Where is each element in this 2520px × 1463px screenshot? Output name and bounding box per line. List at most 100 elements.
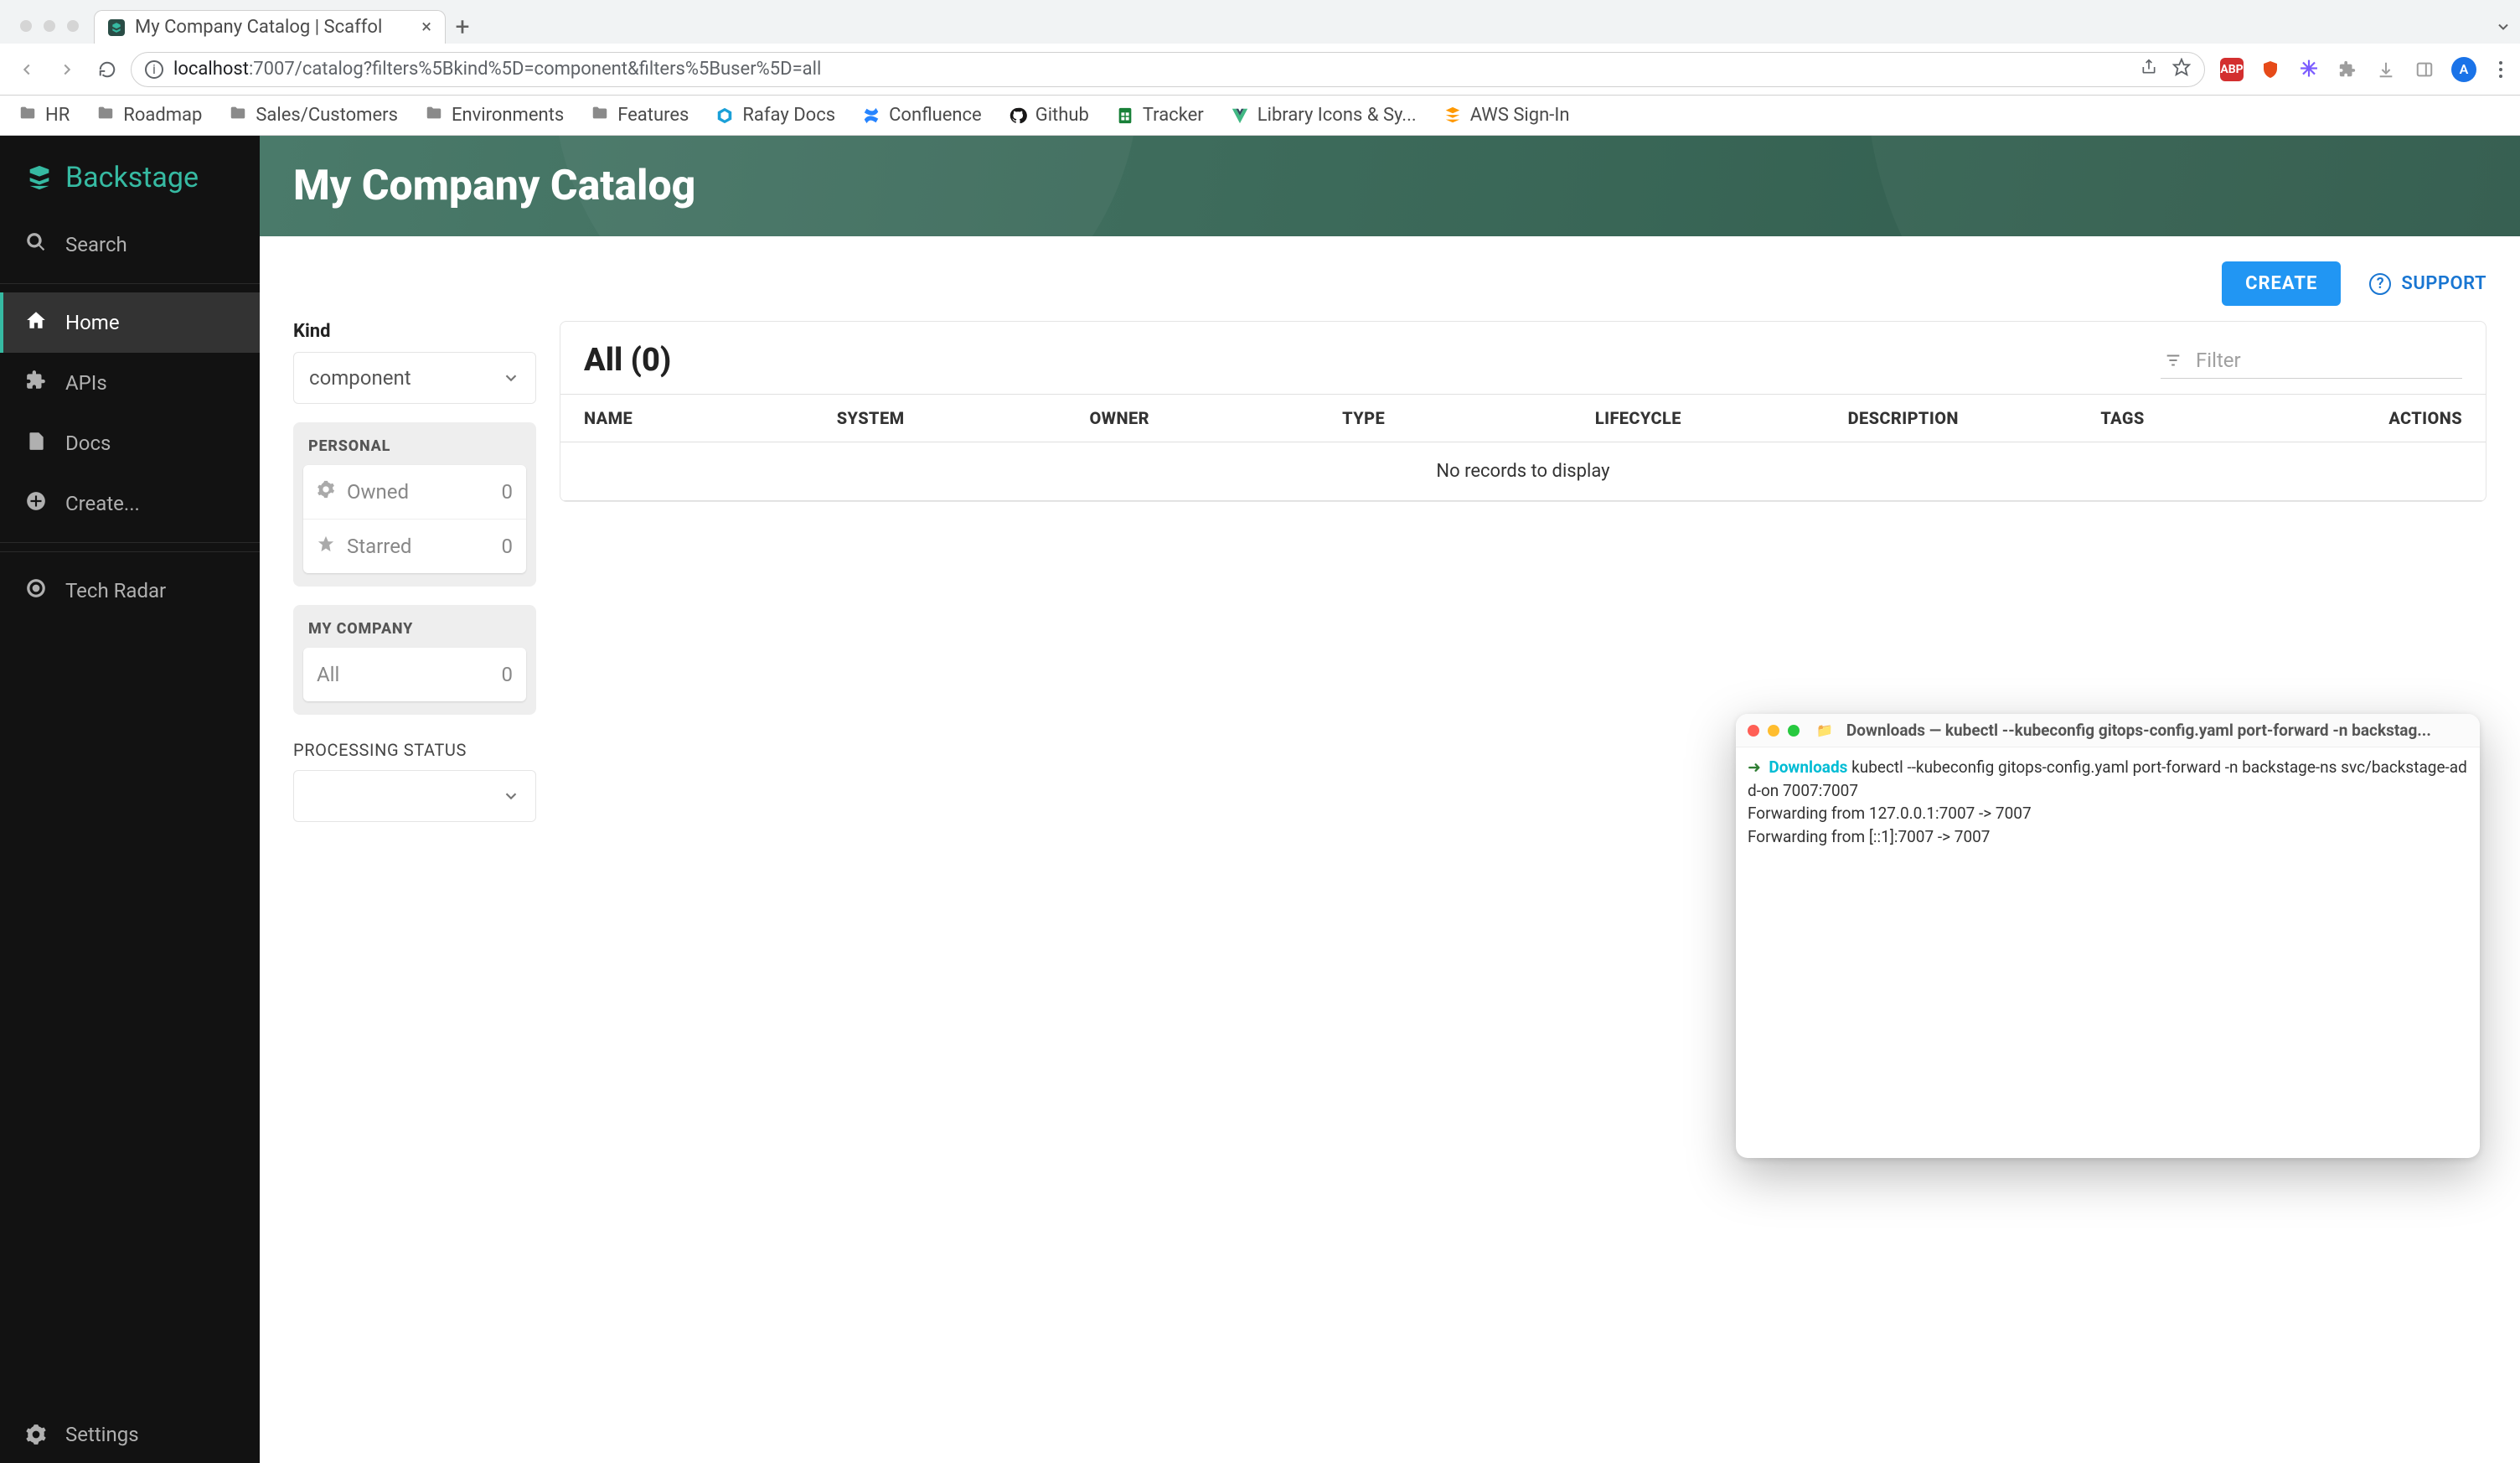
window-close-dot[interactable]: [20, 20, 32, 32]
chrome-menu-icon[interactable]: [2492, 61, 2510, 78]
bookmarks-bar: HR Roadmap Sales/Customers Environments Feat…: [0, 96, 2520, 136]
bookmark-label: Github: [1035, 105, 1089, 126]
sidebar-item-tech-radar[interactable]: Tech Radar: [0, 561, 260, 621]
create-button[interactable]: CREATE: [2222, 261, 2341, 306]
processing-status-select[interactable]: [293, 770, 536, 822]
app-sidebar: Backstage Search HomeAPIs Docs Create... Tec…: [0, 136, 260, 1463]
column-header-tags[interactable]: TAGS: [2100, 408, 2353, 428]
kind-select-value: component: [309, 366, 411, 390]
tab-list-chevron-icon[interactable]: [2486, 10, 2520, 44]
address-bar[interactable]: i localhost:7007/catalog?filters%5Bkind%…: [131, 52, 2205, 87]
gear-icon: [317, 480, 335, 504]
bookmark-item[interactable]: AWS Sign-In: [1443, 105, 1570, 126]
help-icon: ?: [2369, 273, 2391, 295]
sidebar-item-search[interactable]: Search: [0, 215, 260, 275]
personal-panel-title: PERSONAL: [303, 434, 526, 465]
new-tab-button[interactable]: +: [446, 10, 479, 44]
gear-icon: [25, 1424, 47, 1445]
profile-avatar[interactable]: A: [2451, 57, 2476, 82]
company-panel: MY COMPANY All0: [293, 605, 536, 715]
terminal-close-dot[interactable]: [1748, 725, 1759, 737]
bookmark-item[interactable]: Tracker: [1116, 105, 1204, 126]
column-header-description[interactable]: DESCRIPTION: [1848, 408, 2101, 428]
sidebar-item-home[interactable]: Home: [0, 292, 260, 353]
kind-label: Kind: [293, 321, 536, 342]
bookmark-item[interactable]: Library Icons & Sy...: [1231, 105, 1417, 126]
backstage-logo-icon: [25, 163, 54, 192]
nav-reload-button[interactable]: [90, 53, 124, 86]
kind-select[interactable]: component: [293, 352, 536, 404]
terminal-min-dot[interactable]: [1768, 725, 1779, 737]
sidebar-item-docs[interactable]: Docs: [0, 413, 260, 473]
site-info-icon[interactable]: i: [145, 60, 163, 79]
bookmark-item[interactable]: Sales/Customers: [229, 104, 398, 127]
purple-extension-icon[interactable]: ✳: [2297, 58, 2321, 81]
bookmark-item[interactable]: Github: [1009, 105, 1089, 126]
window-max-dot[interactable]: [67, 20, 79, 32]
filter-row-starred[interactable]: Starred0: [303, 519, 526, 573]
sidebar-item-settings[interactable]: Settings: [0, 1406, 260, 1463]
filter-row-owned[interactable]: Owned0: [303, 465, 526, 519]
sheets-icon: [1116, 106, 1134, 125]
company-panel-title: MY COMPANY: [303, 617, 526, 648]
github-icon: [1009, 106, 1027, 125]
rafay-icon: [715, 106, 734, 125]
bookmark-label: Environments: [452, 105, 564, 126]
folder-icon: 📁: [1816, 722, 1833, 738]
terminal-titlebar[interactable]: 📁 Downloads — kubectl --kubeconfig gitop…: [1736, 714, 2480, 747]
nav-back-button[interactable]: [10, 53, 44, 86]
column-header-system[interactable]: SYSTEM: [837, 408, 1090, 428]
shield-extension-icon[interactable]: [2259, 58, 2282, 81]
sidebar-item-label: Settings: [65, 1423, 139, 1446]
sidebar-item-label: Create...: [65, 492, 140, 515]
bookmark-item[interactable]: Features: [591, 104, 689, 127]
terminal-window[interactable]: 📁 Downloads — kubectl --kubeconfig gitop…: [1736, 714, 2480, 1158]
bookmark-item[interactable]: Rafay Docs: [715, 105, 835, 126]
column-header-name[interactable]: NAME: [584, 408, 837, 428]
bookmark-star-icon[interactable]: [2172, 58, 2191, 81]
sidebar-item-label: Tech Radar: [65, 579, 166, 602]
support-link[interactable]: ? SUPPORT: [2369, 273, 2486, 295]
extensions-puzzle-icon[interactable]: [2336, 58, 2359, 81]
share-icon[interactable]: [2140, 59, 2157, 80]
chevron-down-icon: [502, 369, 520, 387]
bookmark-item[interactable]: HR: [18, 104, 70, 127]
tab-close-icon[interactable]: ×: [421, 17, 431, 38]
window-min-dot[interactable]: [44, 20, 55, 32]
filter-row-label: Starred: [347, 535, 411, 558]
url-text: localhost:7007/catalog?filters%5Bkind%5D…: [173, 59, 821, 80]
sidebar-item-apis[interactable]: APIs: [0, 353, 260, 413]
browser-tab-strip: My Company Catalog | Scaffol × +: [0, 0, 2520, 44]
folder-icon: [18, 104, 37, 127]
downloads-icon[interactable]: [2374, 58, 2398, 81]
abp-extension-icon[interactable]: ABP: [2220, 58, 2244, 81]
column-header-actions[interactable]: ACTIONS: [2353, 408, 2462, 428]
table-filter-input[interactable]: [2194, 348, 2458, 373]
terminal-max-dot[interactable]: [1788, 725, 1800, 737]
sidebar-item-label: Docs: [65, 432, 111, 455]
column-header-type[interactable]: TYPE: [1342, 408, 1595, 428]
bookmark-label: AWS Sign-In: [1470, 105, 1570, 126]
terminal-output[interactable]: ➜ Downloads kubectl --kubeconfig gitops-…: [1736, 747, 2480, 1158]
brand-logo[interactable]: Backstage: [0, 136, 260, 215]
browser-toolbar: i localhost:7007/catalog?filters%5Bkind%…: [0, 44, 2520, 96]
target-icon: [25, 577, 47, 604]
processing-status-label: PROCESSING STATUS: [293, 740, 536, 760]
bookmark-item[interactable]: Environments: [425, 104, 564, 127]
chevron-down-icon: [502, 787, 520, 805]
confluence-icon: [862, 106, 880, 125]
table-filter-field[interactable]: [2161, 343, 2462, 379]
browser-tab-active[interactable]: My Company Catalog | Scaffol ×: [94, 10, 446, 44]
tab-title: My Company Catalog | Scaffol: [135, 17, 411, 38]
filter-row-all[interactable]: All0: [303, 648, 526, 701]
backstage-favicon-icon: [108, 19, 125, 36]
docs-icon: [25, 430, 47, 457]
bookmark-label: Roadmap: [123, 105, 202, 126]
column-header-lifecycle[interactable]: LIFECYCLE: [1595, 408, 1848, 428]
nav-forward-button[interactable]: [50, 53, 84, 86]
sidebar-item-create-[interactable]: Create...: [0, 473, 260, 534]
bookmark-item[interactable]: Confluence: [862, 105, 982, 126]
panel-icon[interactable]: [2413, 58, 2436, 81]
column-header-owner[interactable]: OWNER: [1089, 408, 1342, 428]
bookmark-item[interactable]: Roadmap: [96, 104, 202, 127]
